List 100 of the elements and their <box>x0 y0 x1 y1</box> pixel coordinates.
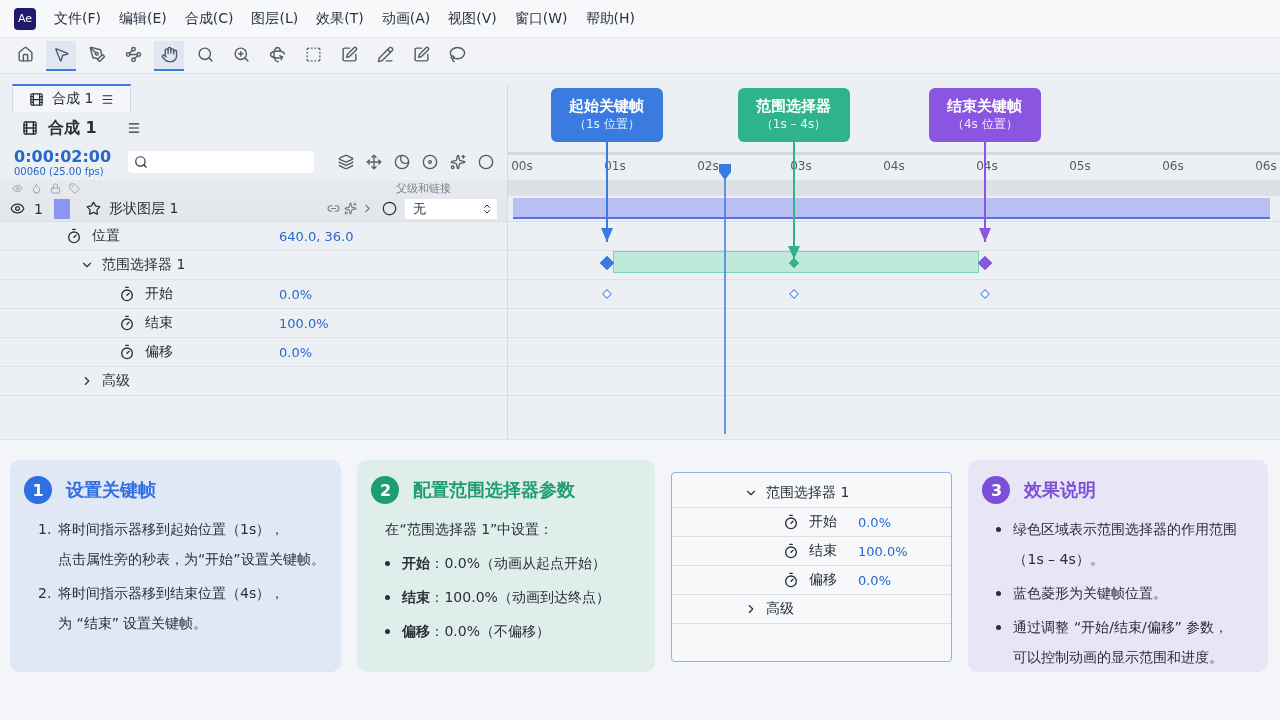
composition-icon <box>22 120 38 136</box>
menu-icon[interactable] <box>101 92 115 106</box>
property-value[interactable]: 0.0% <box>279 344 313 360</box>
property-name: 开始 <box>145 285 174 303</box>
ruler-label: 00s <box>511 159 533 173</box>
square-pen-icon <box>340 46 358 63</box>
menu-item[interactable]: 合成(C) <box>184 9 234 28</box>
ruler-label: 06s <box>1255 159 1277 173</box>
dashed-square-icon <box>304 46 322 63</box>
step-number: 3 <box>982 476 1011 504</box>
menu-item[interactable]: 图层(L) <box>251 9 299 28</box>
property-name: 位置 <box>92 227 121 245</box>
pointer-tool[interactable] <box>46 40 76 71</box>
layer-row[interactable]: 1 形状图层 1 无 <box>0 196 507 222</box>
stopwatch-icon[interactable] <box>119 315 135 331</box>
stopwatch-icon[interactable] <box>782 514 799 530</box>
step-number: 2 <box>371 476 400 504</box>
list-number: 1. <box>38 520 52 539</box>
hand-icon <box>160 46 178 63</box>
ruler-label: 05s <box>1069 159 1091 173</box>
disc-icon[interactable] <box>422 154 438 170</box>
menu-item[interactable]: 文件(F) <box>54 9 101 28</box>
group-name: 范围选择器 1 <box>765 484 850 502</box>
composition-icon <box>29 91 44 107</box>
group-name: 高级 <box>765 600 794 618</box>
step-number: 1 <box>24 476 52 504</box>
stopwatch-icon[interactable] <box>119 344 135 360</box>
list-text: 将时间指示器移到结束位置（4s）， <box>58 584 285 603</box>
pointer-icon <box>52 46 70 63</box>
tag-icon <box>69 182 80 194</box>
pen-icon <box>88 46 106 63</box>
list-text: 结束：100.0%（动画到达终点） <box>402 588 610 607</box>
menu-item[interactable]: 动画(A) <box>381 9 431 28</box>
property-name: 偏移 <box>808 571 838 589</box>
bullet-icon <box>996 527 1002 532</box>
playhead[interactable] <box>718 164 733 434</box>
layers-icon[interactable] <box>338 154 354 170</box>
menu-icon[interactable] <box>126 121 141 135</box>
sparkles-icon[interactable] <box>450 154 466 170</box>
list-text: （1s – 4s）。 <box>1013 550 1105 569</box>
spinner-icon <box>481 202 493 215</box>
column-title: 父级和链接 <box>396 180 451 196</box>
menu-item[interactable]: 帮助(H) <box>585 9 635 28</box>
composition-name: 合成 1 <box>48 117 97 139</box>
waypoints-icon <box>124 46 142 63</box>
callout-label: 起始关键帧 （1s 位置） <box>550 88 663 142</box>
timecode[interactable]: 0:00:02:00 <box>14 147 114 166</box>
card-title: 效果说明 <box>1024 478 1097 502</box>
composition-tab[interactable]: 合成 1 <box>12 84 132 112</box>
search-field[interactable] <box>128 151 314 173</box>
layer-number: 1 <box>34 200 44 217</box>
list-text: 可以控制动画的显示范围和进度。 <box>1013 648 1225 667</box>
menu-item[interactable]: 窗口(W) <box>514 9 568 28</box>
property-value[interactable]: 640.0, 36.0 <box>279 228 354 244</box>
sparkles-icon[interactable] <box>344 202 357 215</box>
card-intro: 在“范围选择器 1”中设置： <box>384 520 555 539</box>
list-text: 绿色区域表示范围选择器的作用范围 <box>1013 520 1238 539</box>
link-icon[interactable] <box>327 202 340 215</box>
property-value[interactable]: 0.0% <box>279 286 313 302</box>
stopwatch-icon[interactable] <box>119 286 135 302</box>
square-pen-icon <box>412 46 430 63</box>
list-text: 通过调整 “开始/结束/偏移” 参数， <box>1013 618 1229 637</box>
app-logo[interactable]: Ae <box>14 7 36 30</box>
stopwatch-icon[interactable] <box>782 543 799 559</box>
lock-icon <box>50 182 61 194</box>
menu-item[interactable]: 效果(T) <box>316 9 364 28</box>
property-value[interactable]: 100.0% <box>857 543 908 559</box>
property-value[interactable]: 100.0% <box>279 315 329 331</box>
parent-dropdown[interactable]: 无 <box>405 198 497 219</box>
star-icon[interactable] <box>86 201 101 216</box>
eye-icon <box>12 182 23 194</box>
callout-label: 范围选择器 （1s – 4s） <box>737 88 850 142</box>
home-icon <box>16 46 34 63</box>
droplet-icon <box>31 182 42 194</box>
list-text: 偏移：0.0%（不偏移） <box>402 622 551 641</box>
list-text: 点击属性旁的秒表，为“开始”设置关键帧。 <box>58 550 325 569</box>
property-value[interactable]: 0.0% <box>857 572 891 588</box>
stopwatch-icon[interactable] <box>66 228 82 244</box>
layer-name[interactable]: 形状图层 1 <box>109 199 319 218</box>
move-icon[interactable] <box>366 154 382 170</box>
rotate-icon <box>268 46 286 63</box>
layer-color-swatch[interactable] <box>54 198 70 219</box>
stopwatch-icon[interactable] <box>782 572 799 588</box>
list-number: 2. <box>38 584 52 603</box>
group-name: 高级 <box>102 372 130 390</box>
menu-item[interactable]: 视图(V) <box>448 9 497 28</box>
menu-item[interactable]: 编辑(E) <box>119 9 167 28</box>
eclipse-icon[interactable] <box>394 154 410 170</box>
circle-icon[interactable] <box>478 154 494 170</box>
property-name: 偏移 <box>145 343 174 361</box>
bullet-icon <box>385 561 391 566</box>
bullet-icon <box>996 591 1002 596</box>
hand-tool[interactable] <box>154 40 184 71</box>
property-name: 结束 <box>145 314 174 332</box>
list-text: 将时间指示器移到起始位置（1s）， <box>58 520 286 539</box>
eye-icon[interactable] <box>10 201 25 216</box>
bullet-icon <box>385 629 391 634</box>
bullet-icon <box>996 625 1002 630</box>
parent-pick-icon[interactable] <box>382 201 397 216</box>
property-value[interactable]: 0.0% <box>857 514 891 530</box>
